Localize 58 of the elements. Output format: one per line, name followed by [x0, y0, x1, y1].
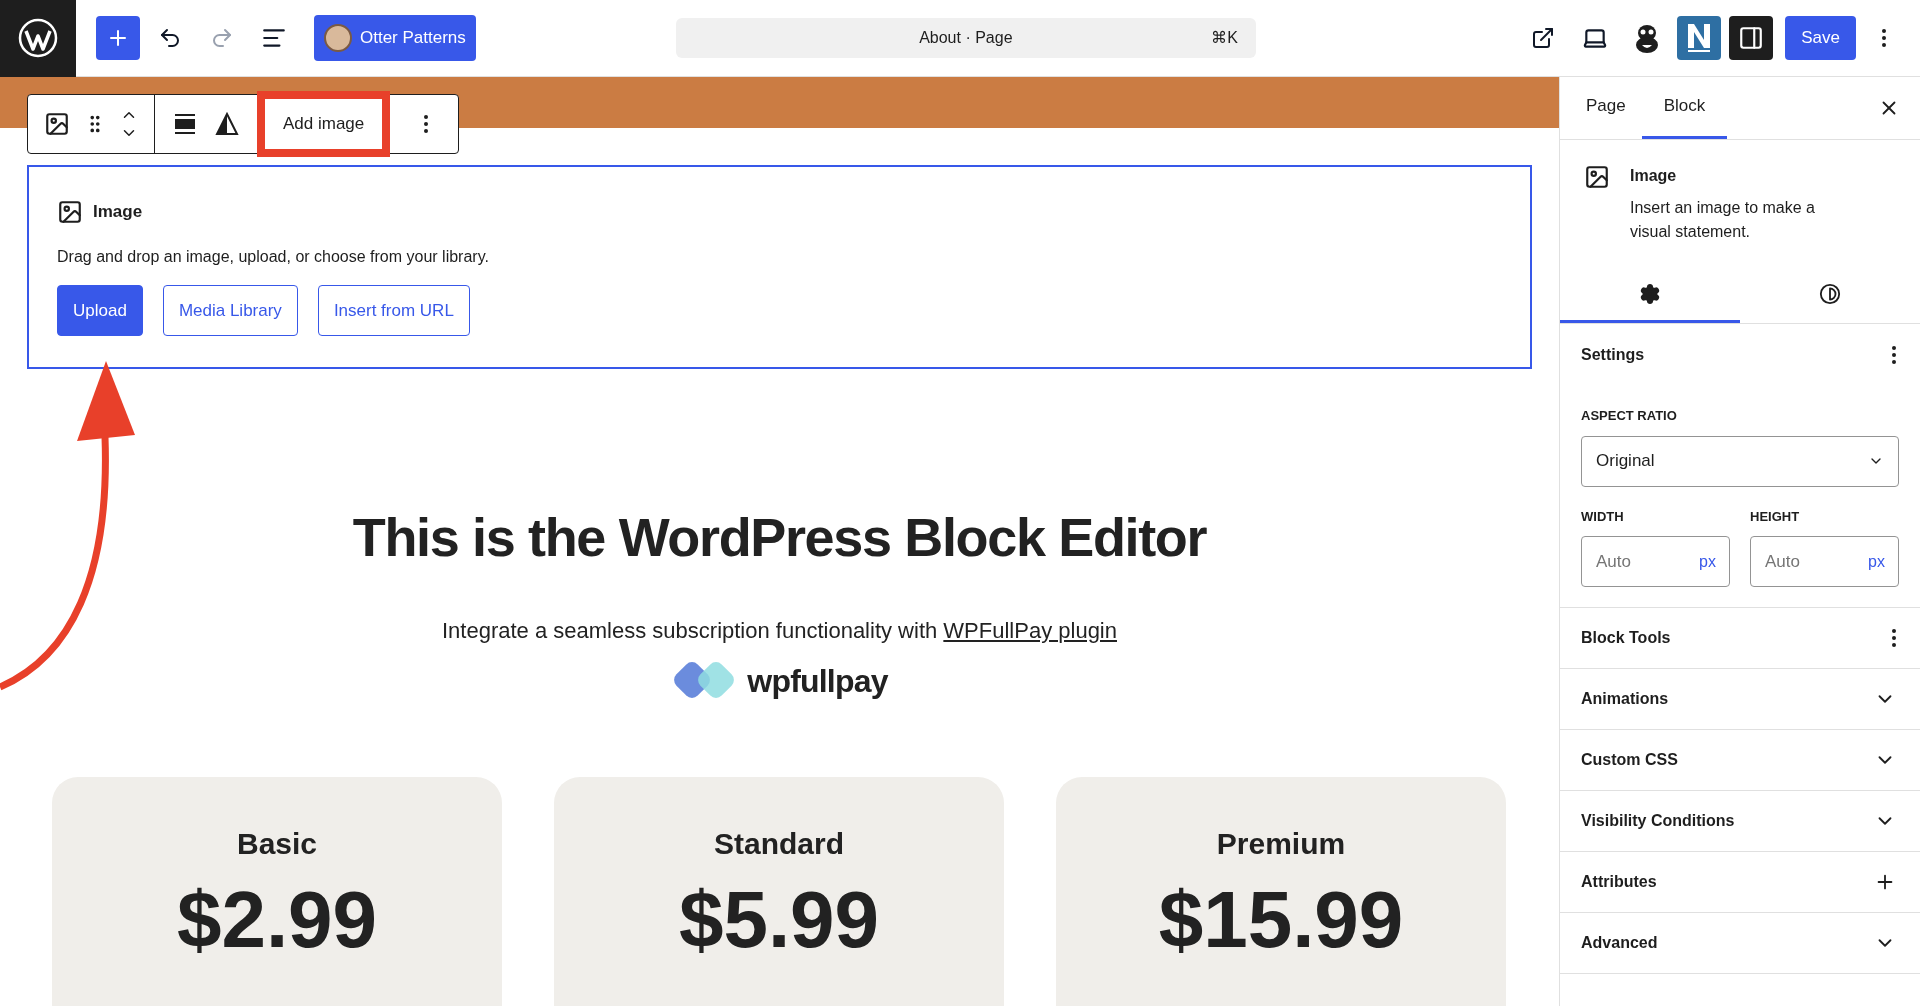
- unit-label: px: [1699, 552, 1716, 572]
- panel-header[interactable]: Block Tools: [1560, 608, 1920, 669]
- external-link-icon: [1531, 26, 1556, 50]
- panel-header[interactable]: Advanced: [1560, 913, 1920, 974]
- panel-header[interactable]: Attributes: [1560, 852, 1920, 913]
- panel-title: Settings: [1581, 345, 1645, 365]
- more-icon: [1892, 346, 1896, 364]
- add-image-button[interactable]: Add image: [257, 91, 391, 157]
- subtitle-text: Integrate a seamless subscription functionality with WPFullPay plugin: [441, 617, 1118, 645]
- redo-icon: [210, 26, 234, 50]
- more-icon: [424, 115, 429, 133]
- undo-icon: [158, 26, 182, 50]
- settings-icon: [1639, 282, 1661, 305]
- image-icon: [1584, 164, 1610, 190]
- add-block-button[interactable]: [96, 16, 140, 60]
- settings-sidebar-button[interactable]: [1729, 16, 1774, 60]
- sidebar-icon: [1738, 25, 1765, 51]
- block-title: Image: [93, 201, 143, 224]
- shortcut-text: ⌘K: [1211, 28, 1238, 48]
- duotone-icon[interactable]: [215, 112, 239, 136]
- page-heading: This is the WordPress Block Editor: [351, 506, 1208, 569]
- block-card-title: Image: [1630, 166, 1678, 186]
- plan-price: $2.99: [176, 880, 378, 960]
- unit-label: px: [1868, 552, 1885, 572]
- command-palette[interactable]: About · Page ⌘K: [675, 18, 1256, 58]
- placeholder-button[interactable]: Media Library: [162, 285, 298, 336]
- block-description: Insert an image to make a visual statement.: [1630, 198, 1816, 242]
- panel-header[interactable]: Visibility Conditions: [1560, 791, 1920, 852]
- save-button[interactable]: Save: [1785, 16, 1856, 60]
- wordpress-logo-icon[interactable]: [0, 0, 76, 77]
- aspect-ratio-select[interactable]: Original: [1581, 435, 1899, 487]
- plan-price: $5.99: [678, 880, 880, 960]
- more-icon: [1892, 629, 1896, 647]
- logo-text: wpfullpay: [747, 662, 888, 701]
- placeholder-button[interactable]: Insert from URL: [317, 285, 470, 336]
- instructions-text: Drag and drop an image, upload, or choose from your library.: [57, 247, 490, 267]
- more-icon: [1882, 29, 1886, 47]
- plan-name: Premium: [1216, 826, 1346, 862]
- otter-avatar-icon: [324, 24, 352, 52]
- plugin-link[interactable]: WPFullPay plugin: [943, 618, 1117, 643]
- field-label: HEIGHT: [1750, 507, 1801, 526]
- field-label: WIDTH: [1581, 507, 1625, 526]
- sidebar-tab[interactable]: Page: [1570, 76, 1642, 139]
- image-icon: [57, 199, 83, 225]
- document-title: About · Page: [919, 28, 1013, 48]
- placeholder-button[interactable]: Upload: [57, 285, 143, 336]
- panel-header[interactable]: Animations: [1560, 669, 1920, 730]
- patterns-button[interactable]: Otter Patterns: [314, 15, 476, 61]
- plan-name: Basic: [236, 826, 318, 862]
- field-label: ASPECT RATIO: [1581, 407, 1678, 425]
- styles-icon: [1819, 282, 1841, 305]
- align-icon[interactable]: [173, 113, 197, 135]
- panel-header[interactable]: Custom CSS: [1560, 730, 1920, 791]
- plan-price: $15.99: [1158, 880, 1404, 960]
- image-block-icon[interactable]: [44, 111, 70, 137]
- plan-name: Standard: [714, 826, 844, 862]
- plugin-logo-button[interactable]: [1677, 16, 1722, 60]
- sidebar-tab[interactable]: Block: [1641, 76, 1728, 139]
